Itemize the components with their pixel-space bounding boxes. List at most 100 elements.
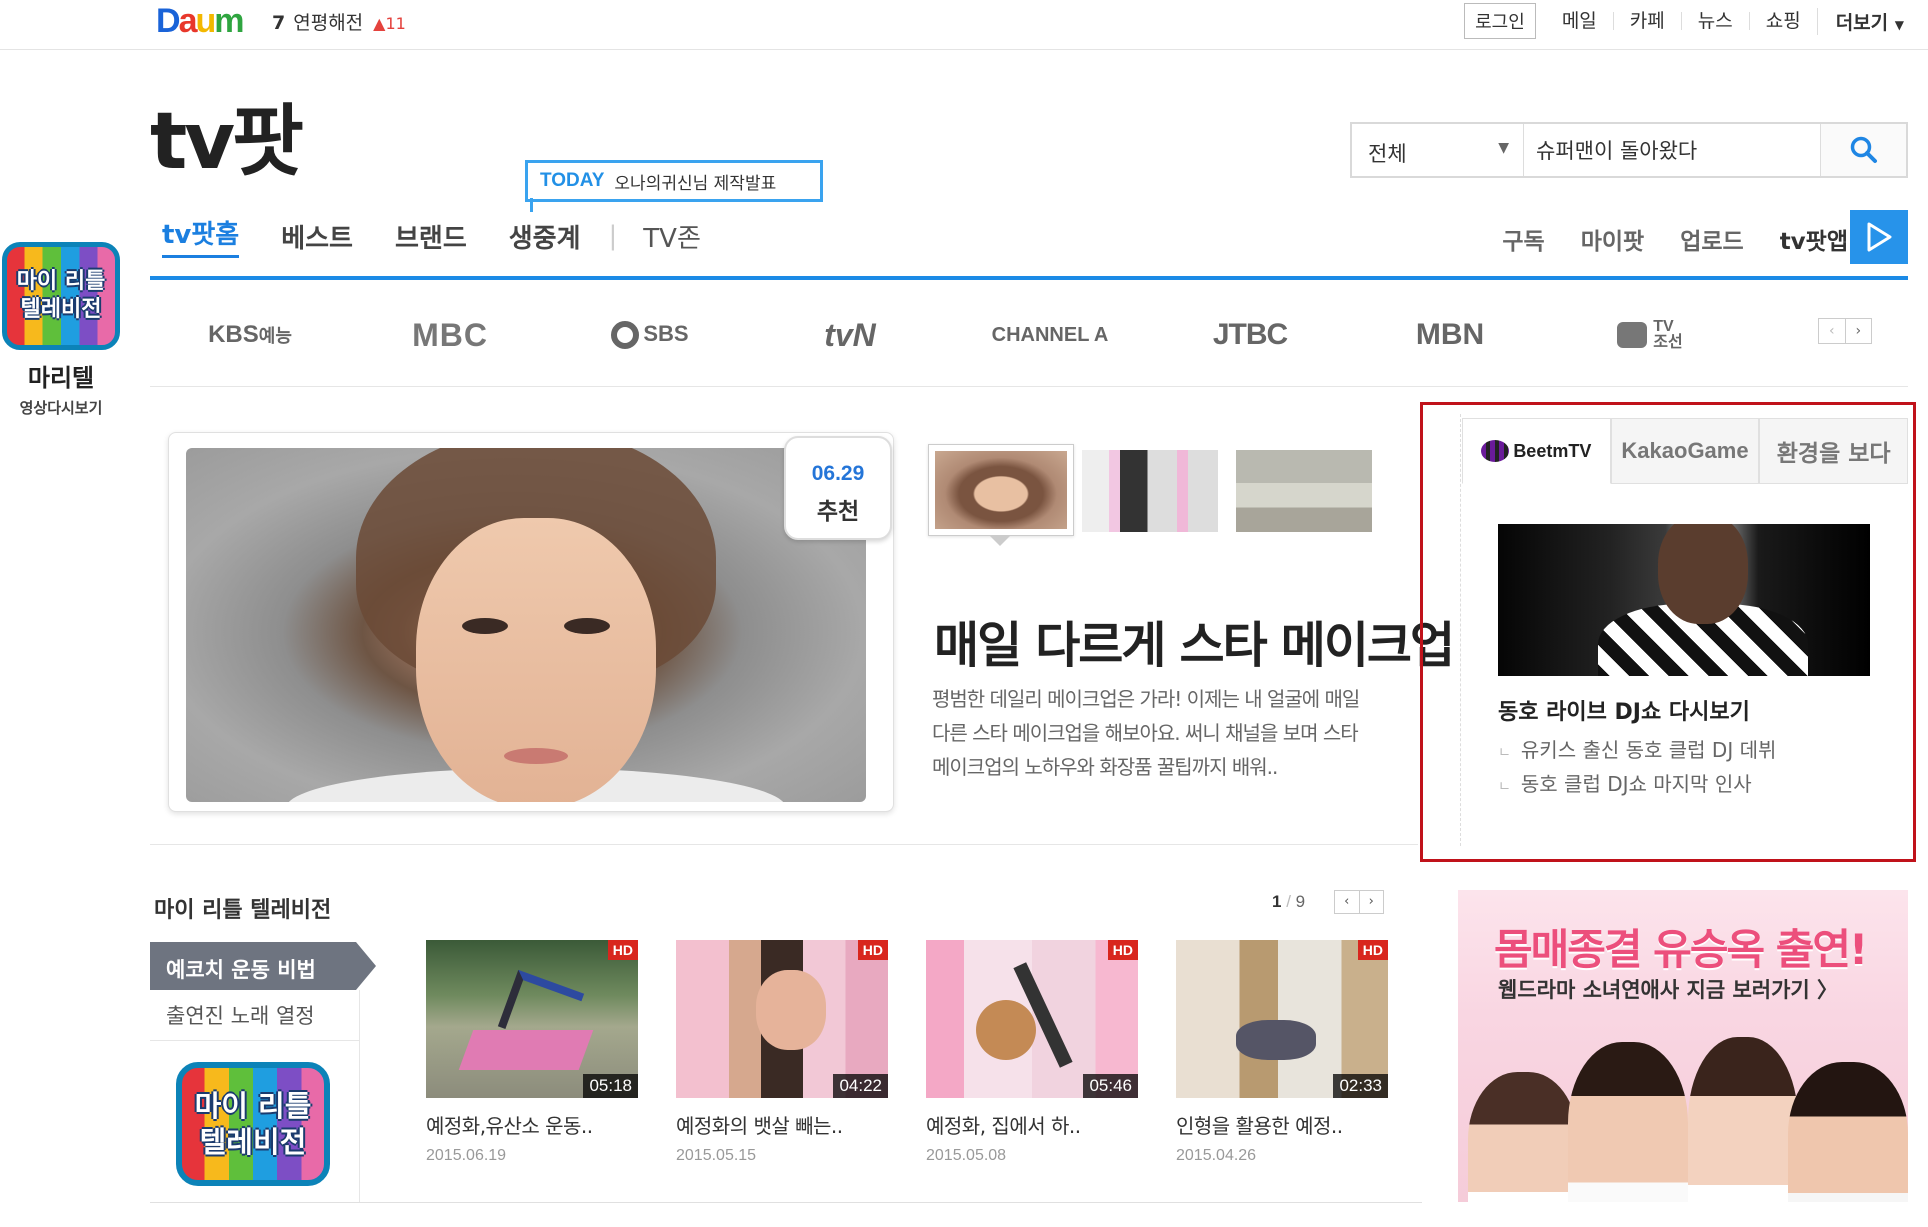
featured-thumb-1[interactable]	[928, 444, 1074, 536]
video-duration: 05:18	[583, 1074, 638, 1098]
nav-underline	[150, 276, 1908, 280]
channel-tvchosun[interactable]: TV 조선	[1550, 319, 1750, 351]
right-panel-link-1[interactable]: ㄴ 유키스 출신 동호 클럽 DJ 데뷔	[1498, 734, 1776, 763]
video-title[interactable]: 예정화의 뱃살 빼는..	[676, 1110, 888, 1139]
more-menu[interactable]: 더보기 ▼	[1816, 7, 1904, 35]
tab-trainer-tips[interactable]: 예코치 운동 비법	[150, 942, 356, 990]
channel-channela[interactable]: CHANNEL A	[950, 324, 1150, 347]
right-panel-title[interactable]: 동호 라이브 DJ쇼 다시보기	[1498, 694, 1750, 726]
bottom-divider	[150, 1202, 1422, 1203]
search-bar: 전체 ▼	[1350, 122, 1908, 178]
tab-beetmtv[interactable]: BeetmTV	[1462, 418, 1611, 484]
tab-best[interactable]: 베스트	[281, 218, 353, 255]
cafe-link[interactable]: 카페	[1612, 12, 1681, 31]
next-arrow-icon[interactable]: ›	[1360, 891, 1384, 913]
tvpot-app-link[interactable]: tv팟앱	[1780, 222, 1848, 256]
realtime-rank[interactable]: 7 연평해전 ▲11	[272, 8, 406, 35]
upload-link[interactable]: 업로드	[1680, 222, 1743, 256]
mail-link[interactable]: 메일	[1546, 12, 1613, 31]
video-date: 2015.05.08	[926, 1147, 1007, 1164]
featured-thumb-3[interactable]	[1236, 450, 1372, 532]
video-duration: 04:22	[833, 1074, 888, 1098]
news-link[interactable]: 뉴스	[1680, 12, 1749, 31]
search-input[interactable]	[1524, 124, 1820, 176]
caret-down-icon: ▼	[1894, 17, 1904, 32]
shopping-link[interactable]: 쇼핑	[1748, 12, 1817, 31]
channel-jtbc[interactable]: JTBC	[1150, 318, 1350, 352]
video-title[interactable]: 인형을 활용한 예정..	[1176, 1110, 1388, 1139]
sub-nav: 구독 마이팟 업로드 tv팟앱	[1466, 222, 1848, 256]
page-indicator: 1 / 9	[1272, 892, 1306, 911]
channel-sbs[interactable]: SBS	[550, 320, 750, 350]
video-title[interactable]: 예정화, 집에서 하..	[926, 1110, 1138, 1139]
caret-down-icon: ▼	[1498, 140, 1509, 156]
channel-tvn[interactable]: tvN	[750, 317, 950, 354]
tvchosun-icon	[1617, 322, 1648, 348]
video-thumbnail[interactable]: HD 04:22	[676, 940, 888, 1098]
tab-beetmtv-label: BeetmTV	[1513, 440, 1592, 461]
tab-live[interactable]: 생중계	[509, 218, 581, 255]
video-card[interactable]: HD 05:18 예정화,유산소 운동.. 2015.06.19	[426, 940, 638, 1165]
tab-tvzone[interactable]: TV존	[643, 218, 701, 255]
hd-badge: HD	[857, 940, 888, 960]
channel-mbc[interactable]: MBC	[350, 317, 550, 354]
video-thumbnail[interactable]: HD 02:33	[1176, 940, 1388, 1098]
right-panel-video[interactable]	[1498, 524, 1870, 676]
featured-headline[interactable]: 매일 다르게 스타 메이크업	[934, 606, 1455, 677]
sbs-logo: SBS	[643, 320, 689, 346]
active-tab-arrow	[356, 942, 376, 990]
video-duration: 02:33	[1333, 1074, 1388, 1098]
channel-mbn[interactable]: MBN	[1350, 318, 1550, 352]
right-panel-tabs: BeetmTV KakaoGame 환경을 보다	[1462, 418, 1909, 484]
bee-icon	[1481, 440, 1510, 462]
video-title[interactable]: 예정화,유산소 운동..	[426, 1110, 638, 1139]
tab-environment[interactable]: 환경을 보다	[1759, 418, 1909, 484]
video-thumbnail[interactable]: HD 05:46	[926, 940, 1138, 1098]
tab-cast-singing[interactable]: 출연진 노래 열정	[166, 1000, 315, 1030]
page-current: 1	[1272, 892, 1282, 911]
video-card[interactable]: HD 02:33 인형을 활용한 예정.. 2015.04.26	[1176, 940, 1388, 1165]
channel-kbs[interactable]: KBS예능	[150, 321, 350, 349]
channel-pager: ‹ ›	[1818, 318, 1872, 344]
featured-image[interactable]	[186, 448, 866, 802]
video-date: 2015.05.15	[676, 1147, 757, 1164]
video-thumbnail[interactable]: HD 05:18	[426, 940, 638, 1098]
mlt-logo[interactable]: 마이 리틀 텔레비전	[176, 1062, 330, 1186]
tab-brand[interactable]: 브랜드	[395, 218, 467, 255]
section-divider	[150, 844, 1418, 845]
more-label: 더보기	[1835, 11, 1889, 34]
search-button[interactable]	[1820, 124, 1906, 176]
subscribe-link[interactable]: 구독	[1502, 222, 1544, 256]
login-button[interactable]: 로그인	[1464, 3, 1536, 39]
mypot-link[interactable]: 마이팟	[1581, 222, 1644, 256]
play-icon	[1867, 222, 1892, 252]
ad-banner[interactable]: 몸매종결 유승옥 출연! 웹드라마 소녀연애사 지금 보러가기 〉	[1458, 890, 1908, 1202]
featured-desc-line: 평범한 데일리 메이크업은 가라! 이제는 내 얼굴에 매일	[932, 687, 1360, 711]
kbs-logo: KBS	[208, 321, 259, 348]
featured-date: 06.29	[811, 462, 865, 485]
search-scope-select[interactable]: 전체 ▼	[1352, 124, 1524, 176]
tab-tvpot-home[interactable]: tv팟홈	[162, 214, 240, 258]
thumb-pointer	[990, 536, 1010, 546]
prev-arrow-icon[interactable]: ‹	[1335, 891, 1360, 913]
play-button[interactable]	[1850, 210, 1908, 264]
today-text: 오나의귀신님 제작발표	[614, 173, 777, 194]
side-badge-mlt[interactable]: 마이 리틀 텔레비전 마리텔 영상다시보기	[2, 242, 120, 418]
video-duration: 05:46	[1083, 1074, 1138, 1098]
top-nav: 로그인 메일 카페 뉴스 쇼핑 더보기 ▼	[1464, 2, 1904, 40]
side-badge-sublabel: 영상다시보기	[19, 399, 103, 417]
channel-bar: KBS예능 MBC SBS tvN CHANNEL A JTBC MBN TV 조…	[150, 300, 1908, 370]
video-card[interactable]: HD 05:46 예정화, 집에서 하.. 2015.05.08	[926, 940, 1138, 1165]
tvchosun-tv: TV	[1653, 318, 1674, 335]
today-banner[interactable]: TODAY 오나의귀신님 제작발표	[525, 160, 823, 202]
right-panel-link-2[interactable]: ㄴ 동호 클럽 DJ쇼 마지막 인사	[1498, 768, 1752, 797]
daum-logo[interactable]: Daum	[156, 2, 245, 41]
featured-tag: 추천	[816, 499, 860, 525]
featured-thumb-2[interactable]	[1082, 450, 1218, 532]
rank-keyword[interactable]: 연평해전	[293, 12, 363, 34]
next-arrow-icon[interactable]: ›	[1846, 319, 1872, 343]
prev-arrow-icon[interactable]: ‹	[1819, 319, 1846, 343]
tab-kakaogame[interactable]: KakaoGame	[1610, 418, 1760, 484]
service-logo[interactable]: tv팟	[150, 102, 304, 182]
video-card[interactable]: HD 04:22 예정화의 뱃살 빼는.. 2015.05.15	[676, 940, 888, 1165]
